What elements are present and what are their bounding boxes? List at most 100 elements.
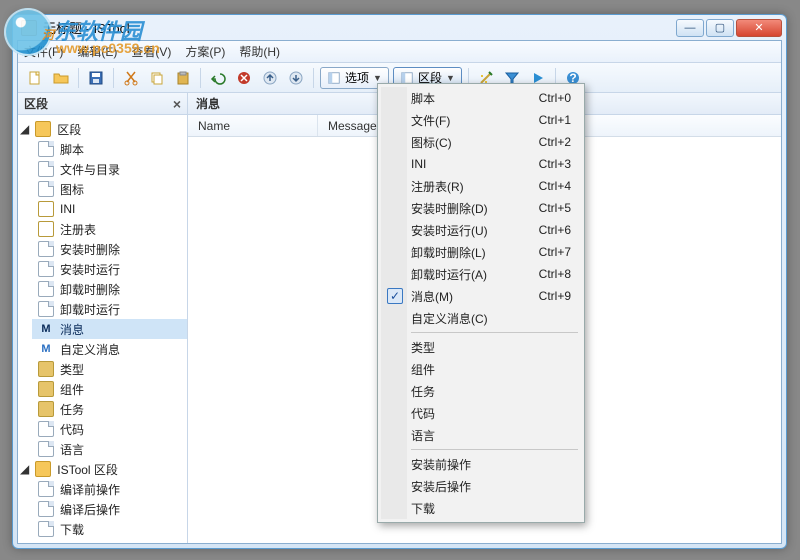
minimize-button[interactable]: —: [676, 19, 704, 37]
titlebar[interactable]: 无标题 - ISTool — ▢ ✕: [13, 15, 786, 40]
menu-item[interactable]: 安装时删除(D)Ctrl+5: [381, 197, 581, 219]
tree-item-label: 编译后操作: [60, 501, 120, 518]
paste-button[interactable]: [172, 67, 194, 89]
doc-icon: [38, 441, 54, 457]
menu-item-label: 组件: [411, 361, 435, 378]
options-label: 选项: [345, 69, 369, 86]
menu-item-shortcut: Ctrl+2: [539, 135, 581, 149]
menu-item-shortcut: Ctrl+5: [539, 201, 581, 215]
menu-item[interactable]: 组件: [381, 358, 581, 380]
move-down-button[interactable]: [285, 67, 307, 89]
menu-edit[interactable]: 编辑(E): [77, 43, 117, 60]
menu-item-label: INI: [411, 157, 426, 171]
sidebar-header: 区段 ×: [18, 93, 187, 115]
menu-item-label: 卸载时运行(A): [411, 266, 487, 283]
doc-icon: [38, 261, 54, 277]
menu-item-shortcut: Ctrl+1: [539, 113, 581, 127]
doc-icon: [38, 281, 54, 297]
menu-item[interactable]: 文件(F) Ctrl+1: [381, 109, 581, 131]
tree-group-label: ISTool 区段: [57, 461, 118, 478]
reg-icon: [38, 221, 54, 237]
tree-item-label: 安装时删除: [60, 241, 120, 258]
menu-view[interactable]: 查看(V): [131, 43, 171, 60]
menu-item[interactable]: 卸载时运行(A)Ctrl+8: [381, 263, 581, 285]
menu-item[interactable]: 脚本Ctrl+0: [381, 87, 581, 109]
tree-item[interactable]: 卸载时运行: [32, 299, 187, 319]
undo-button[interactable]: [207, 67, 229, 89]
options-icon: [327, 71, 341, 85]
save-button[interactable]: [85, 67, 107, 89]
copy-button[interactable]: [146, 67, 168, 89]
menu-item-label: 代码: [411, 405, 435, 422]
tree-item[interactable]: M消息: [32, 319, 187, 339]
menu-item[interactable]: INICtrl+3: [381, 153, 581, 175]
menu-item-label: 文件(F): [411, 112, 450, 129]
column-name[interactable]: Name: [188, 115, 318, 136]
tree-item[interactable]: 图标: [32, 179, 187, 199]
menu-item[interactable]: 任务: [381, 380, 581, 402]
tree-item[interactable]: 注册表: [32, 219, 187, 239]
menu-item[interactable]: 安装后操作: [381, 475, 581, 497]
menu-item-label: 下载: [411, 500, 435, 517]
tree-group[interactable]: ◢ISTool 区段: [18, 459, 187, 479]
menu-item-label: 语言: [411, 427, 435, 444]
menu-item-label: 自定义消息(C): [411, 310, 488, 327]
menu-item-label: 安装后操作: [411, 478, 471, 495]
tree-item[interactable]: 文件与目录: [32, 159, 187, 179]
menu-item-label: 图标(C): [411, 134, 452, 151]
sidebar-close-button[interactable]: ×: [173, 96, 181, 112]
maximize-button[interactable]: ▢: [706, 19, 734, 37]
menu-item[interactable]: 注册表(R)Ctrl+4: [381, 175, 581, 197]
menu-item[interactable]: 自定义消息(C): [381, 307, 581, 329]
tree-item[interactable]: 脚本: [32, 139, 187, 159]
tree-item-label: 下载: [60, 521, 84, 538]
tree-item[interactable]: 下载: [32, 519, 187, 539]
menu-divider: [411, 332, 578, 333]
open-button[interactable]: [50, 67, 72, 89]
menu-item[interactable]: 图标(C) Ctrl+2: [381, 131, 581, 153]
sections-popup[interactable]: 脚本Ctrl+0 文件(F) Ctrl+1 图标(C) Ctrl+2 INICtrl+3注…: [377, 83, 585, 523]
menu-item[interactable]: 代码: [381, 402, 581, 424]
tree-item[interactable]: 组件: [32, 379, 187, 399]
tree-item-label: 自定义消息: [60, 341, 120, 358]
delete-button[interactable]: [233, 67, 255, 89]
tree-item[interactable]: 编译后操作: [32, 499, 187, 519]
tree-item-label: 注册表: [60, 221, 96, 238]
app-icon: [21, 20, 37, 36]
tree-item[interactable]: M自定义消息: [32, 339, 187, 359]
menu-help[interactable]: 帮助(H): [239, 43, 280, 60]
folder-icon: [35, 461, 51, 477]
tree-item[interactable]: 安装时删除: [32, 239, 187, 259]
tree-item[interactable]: INI: [32, 199, 187, 219]
tree-item[interactable]: 卸载时删除: [32, 279, 187, 299]
menu-item-label: 脚本: [411, 90, 435, 107]
tree-item[interactable]: 代码: [32, 419, 187, 439]
menubar: 文件(F) 编辑(E) 查看(V) 方案(P) 帮助(H): [18, 41, 781, 63]
menu-item[interactable]: 卸载时删除(L)Ctrl+7: [381, 241, 581, 263]
section-tree[interactable]: ◢区段脚本文件与目录图标INI 注册表安装时删除安装时运行卸载时删除卸载时运行M消…: [18, 115, 187, 543]
menu-item-label: 任务: [411, 383, 435, 400]
menu-item[interactable]: 语言: [381, 424, 581, 446]
tree-item[interactable]: 安装时运行: [32, 259, 187, 279]
doc-icon: [38, 181, 54, 197]
menu-item[interactable]: 安装前操作: [381, 453, 581, 475]
tree-item[interactable]: 语言: [32, 439, 187, 459]
doc-icon: [38, 501, 54, 517]
cut-button[interactable]: [120, 67, 142, 89]
menu-item[interactable]: 安装时运行(U)Ctrl+6: [381, 219, 581, 241]
menu-file[interactable]: 文件(F): [24, 43, 63, 60]
tree-item[interactable]: 任务: [32, 399, 187, 419]
menu-item[interactable]: 下载: [381, 497, 581, 519]
menu-item-label: 安装时运行(U): [411, 222, 488, 239]
menu-divider: [411, 449, 578, 450]
comp-icon: [38, 381, 54, 397]
new-button[interactable]: [24, 67, 46, 89]
tree-group[interactable]: ◢区段: [18, 119, 187, 139]
close-button[interactable]: ✕: [736, 19, 782, 37]
move-up-button[interactable]: [259, 67, 281, 89]
menu-project[interactable]: 方案(P): [185, 43, 225, 60]
menu-item[interactable]: 类型: [381, 336, 581, 358]
menu-item[interactable]: ✓消息(M)Ctrl+9: [381, 285, 581, 307]
tree-item[interactable]: 类型: [32, 359, 187, 379]
tree-item[interactable]: 编译前操作: [32, 479, 187, 499]
